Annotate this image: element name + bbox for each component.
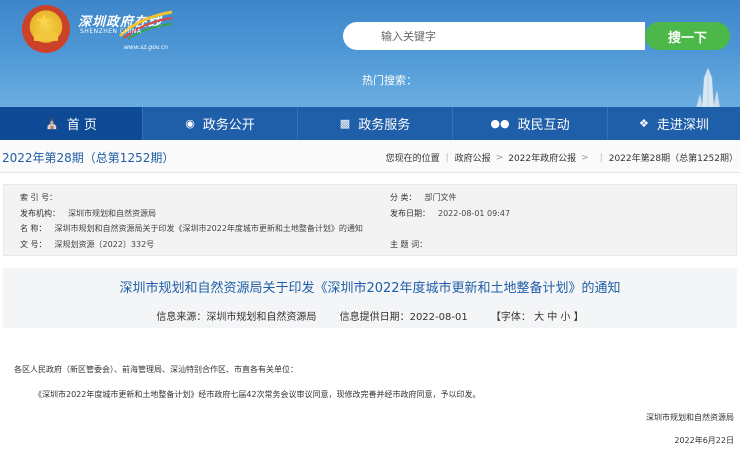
nav-item-about-shenzhen[interactable]: ❖ 走进深圳 <box>608 107 740 140</box>
index-label: 索 引 号： <box>20 193 58 202</box>
breadcrumb-link[interactable]: 2022年第28期（总第1252期） <box>609 151 738 164</box>
article-title: 深圳市规划和自然资源局关于印发《深圳市2022年度城市更新和土地整备计划》的通知 <box>119 281 621 296</box>
name-label: 名 称： <box>20 224 47 233</box>
national-emblem-icon: ★ <box>22 5 70 53</box>
breadcrumb-link[interactable]: 政府公报 <box>455 151 491 164</box>
home-icon: ⛪ <box>45 117 59 130</box>
site-header: ★ 深圳政府在线 SHENZHEN CHINA www.sz.gov.cn 输入… <box>0 0 740 107</box>
main-nav: ⛪ 首 页 ◉ 政务公开 ▩ 政务服务 ●● 政民互动 ❖ 走进深圳 <box>0 107 740 140</box>
article-header: 深圳市规划和自然资源局关于印发《深圳市2022年度城市更新和土地整备计划》的通知… <box>3 268 737 328</box>
nav-item-label: 政务公开 <box>202 118 255 133</box>
article-sign-date: 2022年6月22日 <box>674 436 734 445</box>
search-placeholder: 输入关键字 <box>381 30 436 43</box>
people-icon: ●● <box>490 117 510 130</box>
nav-item-label: 政务服务 <box>358 118 411 133</box>
hot-search-label: 热门搜索： <box>362 74 417 87</box>
issue-label: 2022年第28期（总第1252期） <box>2 151 175 165</box>
docno-label: 文 号： <box>20 240 47 249</box>
breadcrumb-bar: 2022年第28期（总第1252期） 您现在的位置 | 政府公报 > 2022年… <box>0 140 740 173</box>
nav-item-label: 走进深圳 <box>656 118 709 133</box>
nav-item-interaction[interactable]: ●● 政民互动 <box>453 107 608 140</box>
article-signer: 深圳市规划和自然资源局 <box>646 413 734 422</box>
nav-item-home[interactable]: ⛪ 首 页 <box>0 107 143 140</box>
info-icon: ❖ <box>639 117 649 130</box>
date-value: 2022-08-01 09:47 <box>438 209 511 218</box>
article-meta: 信息来源：深圳市规划和自然资源局 信息提供日期：2022-08-01 【字体： … <box>3 308 737 323</box>
article-paragraph: 《深圳市2022年度城市更新和土地整备计划》经市政府七届42次常务会议审议同意，… <box>34 390 481 399</box>
article-salutation: 各区人民政府（新区管委会）、前海管理局、深汕特别合作区、市直各有关单位： <box>14 365 298 374</box>
category-label: 分 类： <box>390 193 417 202</box>
category-value: 部门文件 <box>424 193 457 202</box>
docno-value: 深规划资源〔2022〕332号 <box>54 240 155 249</box>
subject-label: 主 题 词： <box>390 240 428 249</box>
name-value: 深圳市规划和自然资源局关于印发《深圳市2022年度城市更新和土地整备计划》的通知 <box>54 224 363 233</box>
ping-an-tower-icon <box>696 68 720 107</box>
document-info-table: 索 引 号： 分 类： 部门文件 发布机构： 深圳市规划和自然资源局 发布日期： 20… <box>3 184 737 256</box>
site-url: www.sz.gov.cn <box>124 44 168 51</box>
breadcrumb: 您现在的位置 | 政府公报 > 2022年政府公报 > | 2022年第28期（… <box>385 151 738 165</box>
monitor-icon: ▩ <box>339 117 351 130</box>
article-source: 信息来源：深圳市规划和自然资源局 <box>156 312 317 323</box>
article-date: 信息提供日期：2022-08-01 <box>339 312 468 323</box>
nav-item-gov-affairs[interactable]: ◉ 政务公开 <box>143 107 298 140</box>
site-logo-en: SHENZHEN CHINA <box>80 28 142 35</box>
search-input[interactable]: 输入关键字 <box>343 22 645 50</box>
font-size-switcher[interactable]: 【字体： 大 中 小 】 <box>491 312 584 323</box>
nav-item-label: 首 页 <box>66 118 97 133</box>
nav-item-services[interactable]: ▩ 政务服务 <box>298 107 453 140</box>
issuer-label: 发布机构： <box>20 209 60 218</box>
nav-item-label: 政民互动 <box>517 118 570 133</box>
breadcrumb-link[interactable]: 2022年政府公报 <box>508 151 576 164</box>
logo-swoosh-icon <box>118 10 173 40</box>
search-button[interactable]: 搜一下 <box>645 22 730 50</box>
breadcrumb-prefix: 您现在的位置 <box>385 154 440 164</box>
date-label: 发布日期： <box>390 209 430 218</box>
eye-icon: ◉ <box>185 117 195 130</box>
issuer-value: 深圳市规划和自然资源局 <box>68 209 156 218</box>
